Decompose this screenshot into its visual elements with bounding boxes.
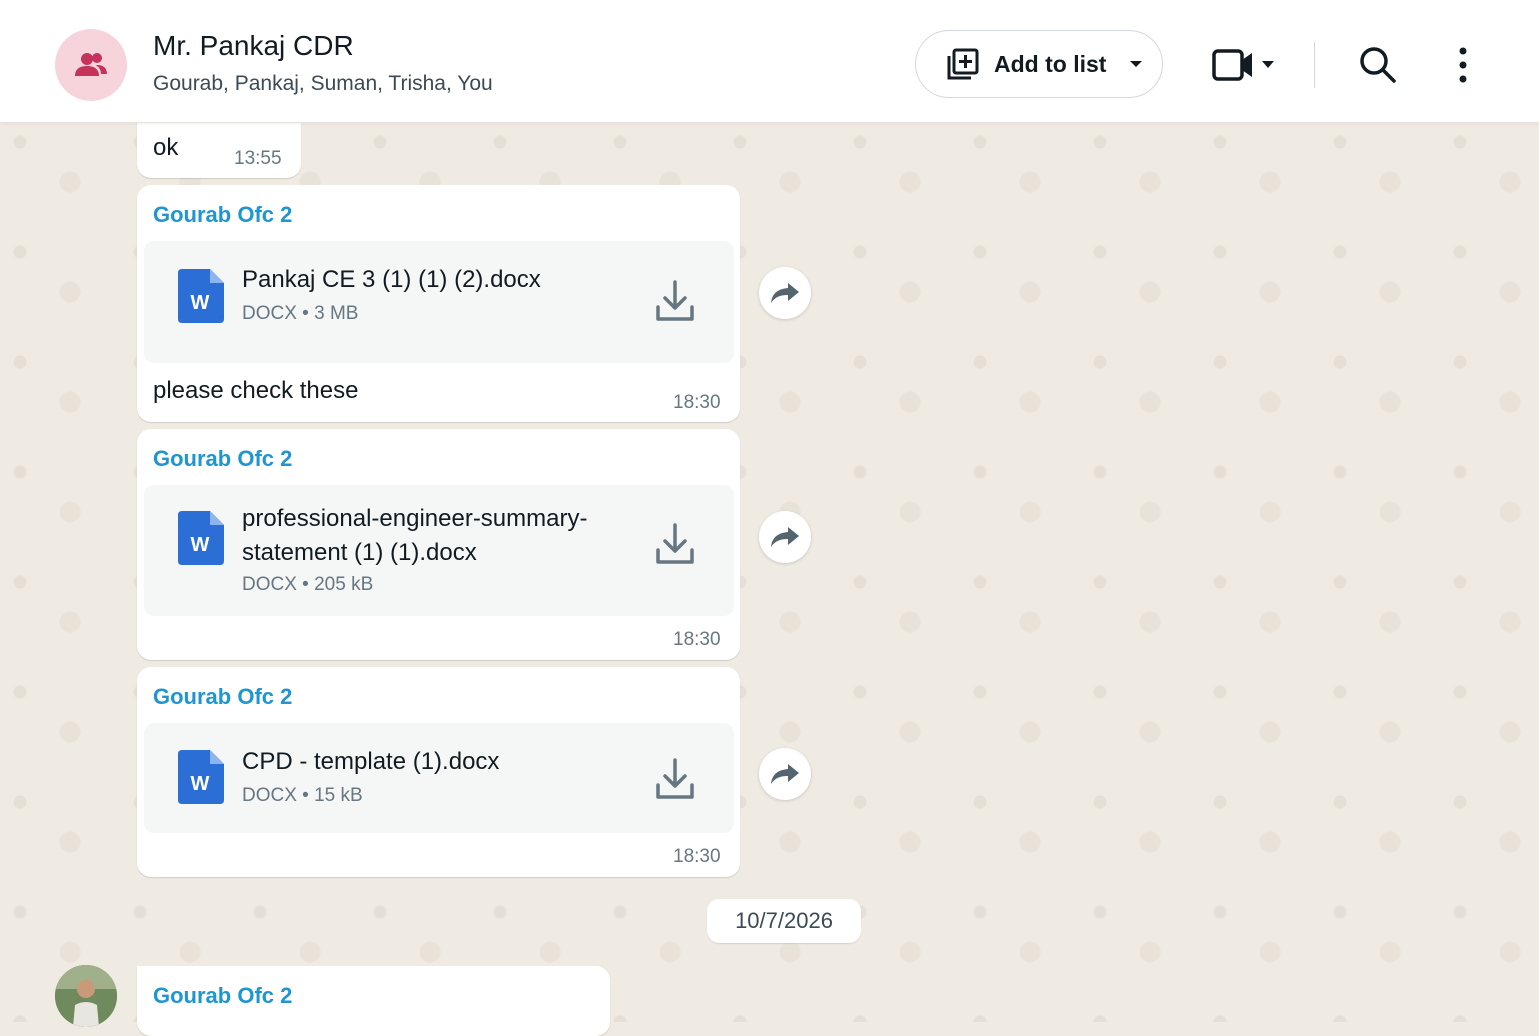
message-time: 18:30 — [673, 392, 721, 413]
avatar-photo — [55, 965, 117, 1027]
document-meta: DOCX • 205 kB — [242, 574, 374, 595]
more-options-button[interactable] — [1448, 45, 1478, 85]
add-to-list-label: Add to list — [994, 50, 1107, 77]
message-bubble[interactable]: Gourab Ofc 2 W professional-engineer-sum… — [137, 429, 740, 660]
download-icon[interactable] — [650, 755, 700, 805]
search-button[interactable] — [1358, 45, 1398, 85]
document-attachment[interactable]: W Pankaj CE 3 (1) (1) (2).docx DOCX • 3 … — [144, 241, 734, 363]
more-options-icon — [1459, 47, 1467, 83]
chat-participants[interactable]: Gourab, Pankaj, Suman, Trisha, You — [153, 72, 493, 96]
word-document-icon: W — [178, 269, 224, 323]
forward-button[interactable] — [759, 748, 811, 800]
sender-avatar[interactable] — [55, 965, 117, 1027]
message-time: 13:55 — [234, 148, 282, 169]
forward-icon — [771, 527, 799, 547]
document-name: CPD - template (1).docx — [242, 748, 500, 775]
date-separator: 10/7/2026 — [707, 899, 861, 943]
document-name: professional-engineer-summary-statement … — [242, 505, 588, 566]
message-time: 18:30 — [673, 846, 721, 867]
forward-button[interactable] — [759, 511, 811, 563]
document-attachment[interactable]: W professional-engineer-summary-statemen… — [144, 485, 734, 616]
header-divider — [1314, 42, 1315, 88]
sender-name[interactable]: Gourab Ofc 2 — [153, 446, 292, 472]
add-to-list-button[interactable]: Add to list — [915, 30, 1163, 98]
add-to-list-icon — [947, 48, 979, 80]
message-caption: please check these — [153, 377, 359, 404]
chat-title[interactable]: Mr. Pankaj CDR — [153, 30, 354, 62]
chevron-down-icon — [1130, 61, 1143, 67]
download-icon[interactable] — [650, 277, 700, 327]
sender-name[interactable]: Gourab Ofc 2 — [153, 684, 292, 710]
document-name: Pankaj CE 3 (1) (1) (2).docx — [242, 266, 541, 293]
download-icon[interactable] — [650, 520, 700, 570]
word-document-icon: W — [178, 750, 224, 804]
sender-name[interactable]: Gourab Ofc 2 — [153, 202, 292, 228]
message-bubble[interactable]: Gourab Ofc 2 W CPD - template (1).docx D… — [137, 667, 740, 877]
document-meta: DOCX • 3 MB — [242, 303, 359, 324]
chat-header: Mr. Pankaj CDR Gourab, Pankaj, Suman, Tr… — [0, 0, 1539, 123]
video-call-button[interactable] — [1210, 44, 1276, 86]
document-meta: DOCX • 15 kB — [242, 785, 363, 806]
group-avatar[interactable] — [55, 29, 127, 101]
document-attachment[interactable]: W CPD - template (1).docx DOCX • 15 kB — [144, 723, 734, 833]
svg-text:W: W — [191, 773, 210, 795]
video-call-icon — [1212, 49, 1274, 81]
message-text: ok — [153, 134, 179, 161]
message-bubble[interactable]: Gourab Ofc 2 — [137, 966, 610, 1036]
sender-name[interactable]: Gourab Ofc 2 — [153, 983, 292, 1009]
forward-icon — [771, 764, 799, 784]
group-icon — [75, 53, 107, 76]
message-bubble[interactable]: Gourab Ofc 2 W Pankaj CE 3 (1) (1) (2).d… — [137, 185, 740, 422]
search-icon — [1360, 47, 1396, 83]
message-time: 18:30 — [673, 629, 721, 650]
forward-button[interactable] — [759, 267, 811, 319]
svg-text:W: W — [191, 292, 210, 314]
forward-icon — [771, 283, 799, 303]
svg-text:W: W — [191, 534, 210, 556]
word-document-icon: W — [178, 511, 224, 565]
